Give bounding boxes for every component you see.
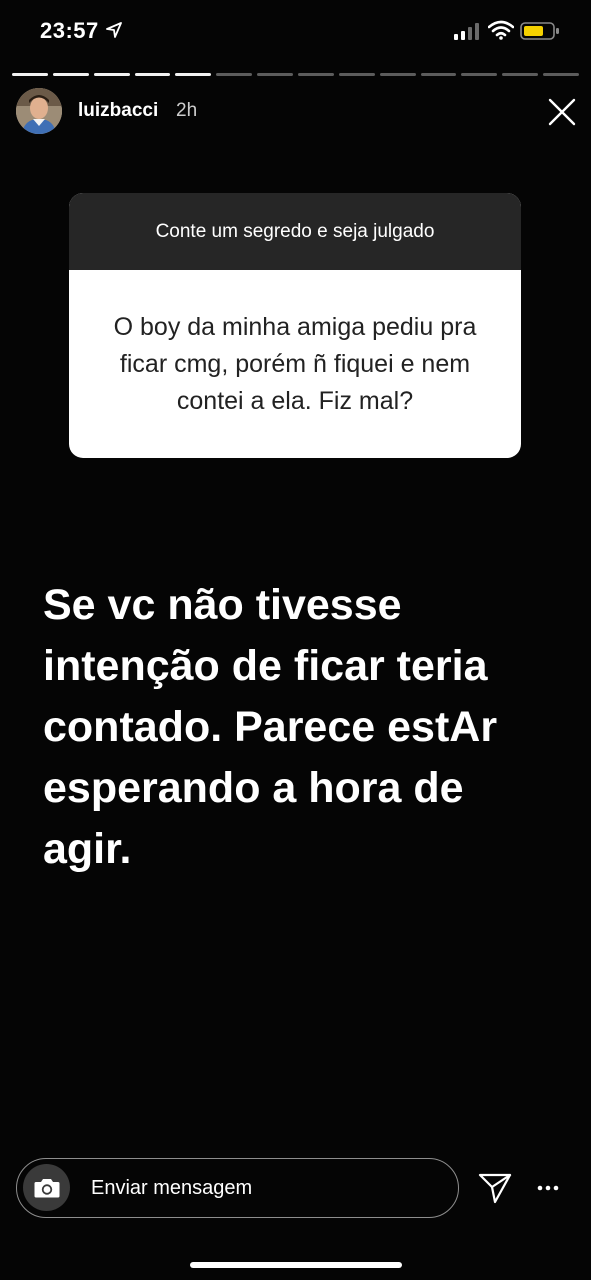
- progress-segment: [379, 73, 416, 76]
- story-progress-bar: [12, 73, 580, 77]
- answer-text: Se vc não tivesse intenção de ficar teri…: [43, 581, 498, 873]
- question-card: Conte um segredo e seja julgado O boy da…: [69, 193, 521, 458]
- progress-segment: [502, 73, 539, 76]
- cellular-signal-icon: [454, 23, 479, 40]
- camera-button[interactable]: [23, 1164, 70, 1211]
- question-card-title: Conte um segredo e seja julgado: [69, 193, 521, 270]
- progress-segment: [298, 73, 334, 76]
- home-indicator[interactable]: [190, 1262, 402, 1268]
- message-placeholder: Enviar mensagem: [91, 1177, 253, 1199]
- progress-segment: [543, 73, 580, 76]
- send-icon[interactable]: [478, 1172, 512, 1204]
- avatar-image: [16, 88, 62, 134]
- progress-segment: [93, 73, 130, 76]
- status-time: 23:57: [40, 18, 99, 43]
- location-arrow-icon: [106, 22, 122, 38]
- progress-segment: [134, 73, 171, 76]
- avatar[interactable]: [16, 88, 62, 134]
- progress-segment: [257, 73, 294, 76]
- camera-icon: [34, 1178, 59, 1197]
- more-icon[interactable]: [536, 1180, 560, 1196]
- question-card-text: O boy da minha amiga pediu pra ficar cmg…: [113, 312, 477, 415]
- progress-segment: [216, 73, 253, 76]
- progress-segment: [420, 73, 457, 76]
- close-icon[interactable]: [546, 96, 578, 128]
- username[interactable]: luizbacci: [78, 100, 158, 122]
- post-time: 2h: [176, 100, 198, 121]
- progress-segment: [461, 73, 498, 76]
- wifi-icon: [488, 20, 514, 40]
- progress-segment: [12, 73, 48, 76]
- message-input[interactable]: Enviar mensagem: [16, 1158, 459, 1218]
- progress-segment: [175, 73, 212, 76]
- battery-icon: [520, 22, 559, 40]
- progress-segment: [338, 73, 375, 76]
- story-header: luizbacci 2h: [16, 88, 576, 136]
- status-bar: 23:57: [0, 0, 591, 64]
- progress-segment: [52, 73, 89, 76]
